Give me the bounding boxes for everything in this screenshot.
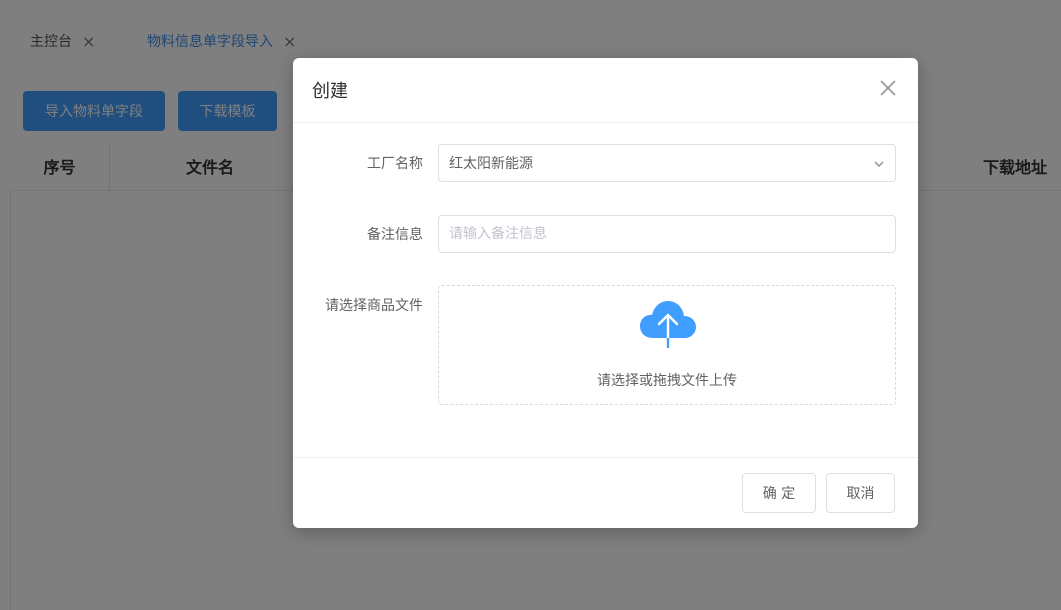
remark-label: 备注信息 bbox=[367, 227, 423, 243]
remark-input-wrapper bbox=[438, 215, 896, 253]
factory-select[interactable]: 红太阳新能源 bbox=[438, 144, 896, 182]
upload-hint: 请选择或拖拽文件上传 bbox=[597, 373, 737, 389]
cancel-button[interactable]: 取消 bbox=[826, 473, 895, 513]
dialog-header: 创建 bbox=[293, 58, 918, 123]
close-icon[interactable] bbox=[878, 78, 898, 98]
chevron-down-icon bbox=[874, 161, 884, 168]
factory-label: 工厂名称 bbox=[367, 156, 423, 172]
factory-select-value: 红太阳新能源 bbox=[449, 156, 533, 172]
dialog-footer: 确 定 取消 bbox=[293, 457, 918, 529]
create-dialog: 创建 工厂名称 红太阳新能源 备注信息 请选择商品文件 请选择或拖拽文件上传 确… bbox=[293, 58, 918, 528]
file-upload-dropzone[interactable]: 请选择或拖拽文件上传 bbox=[438, 285, 896, 405]
cloud-upload-icon bbox=[640, 301, 696, 350]
dialog-title: 创建 bbox=[312, 81, 348, 102]
confirm-button[interactable]: 确 定 bbox=[742, 473, 816, 513]
remark-input[interactable] bbox=[449, 226, 885, 242]
file-label: 请选择商品文件 bbox=[325, 298, 423, 314]
